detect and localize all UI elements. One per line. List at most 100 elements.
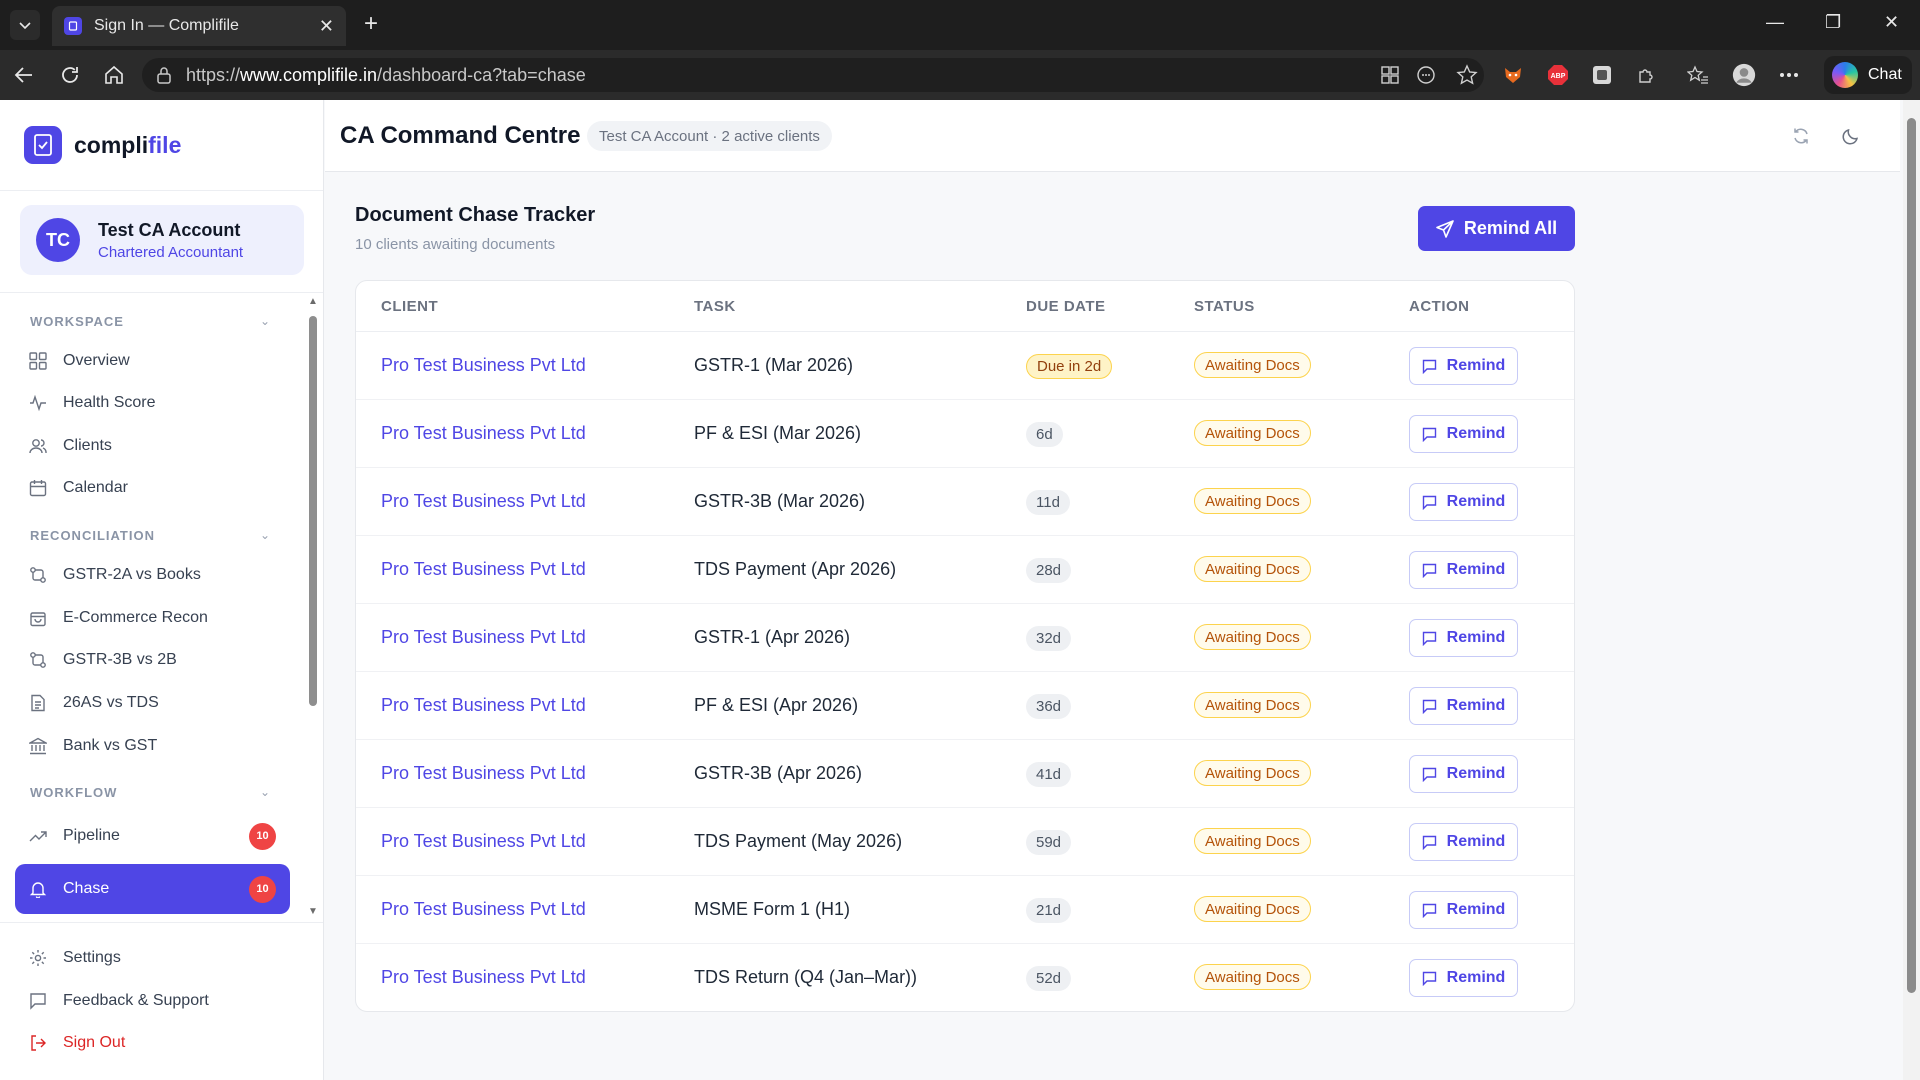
page-scrollbar[interactable] — [1907, 118, 1916, 993]
section-workspace[interactable]: WORKSPACE — [30, 314, 124, 329]
client-link[interactable]: Pro Test Business Pvt Ltd — [381, 695, 586, 716]
sidebar-item-label: Pipeline — [63, 827, 120, 844]
page-header: CA Command Centre Test CA Account · 2 ac… — [325, 100, 1900, 172]
remind-button[interactable]: Remind — [1409, 959, 1518, 997]
client-link[interactable]: Pro Test Business Pvt Ltd — [381, 355, 586, 376]
tab-actions-menu[interactable] — [10, 10, 40, 40]
back-icon[interactable] — [12, 63, 36, 87]
client-link[interactable]: Pro Test Business Pvt Ltd — [381, 559, 586, 580]
sidebar-item-overview[interactable]: Overview — [15, 341, 290, 381]
column-header-client[interactable]: CLIENT — [381, 298, 438, 315]
app-view-icon[interactable] — [1378, 63, 1402, 87]
reading-mode-icon[interactable] — [1414, 63, 1438, 87]
extensions-puzzle-icon[interactable] — [1635, 63, 1659, 87]
remind-button[interactable]: Remind — [1409, 347, 1518, 385]
adblock-plus-icon[interactable]: ABP — [1546, 63, 1570, 87]
browser-tab[interactable]: Sign In — Complifile ✕ — [52, 6, 346, 46]
column-header-task[interactable]: TASK — [694, 298, 736, 315]
copilot-chat-button[interactable]: Chat — [1824, 56, 1912, 94]
sidebar-item-clients[interactable]: Clients — [15, 426, 290, 466]
remind-button[interactable]: Remind — [1409, 891, 1518, 929]
client-link[interactable]: Pro Test Business Pvt Ltd — [381, 491, 586, 512]
remind-label: Remind — [1446, 833, 1506, 850]
client-link[interactable]: Pro Test Business Pvt Ltd — [381, 967, 586, 988]
extension-app-icon[interactable] — [1590, 63, 1614, 87]
sidebar-item-gstr-2a-vs-books[interactable]: GSTR-2A vs Books — [15, 555, 290, 595]
remind-button[interactable]: Remind — [1409, 755, 1518, 793]
remind-all-button[interactable]: Remind All — [1418, 206, 1575, 251]
sidebar-item-calendar[interactable]: Calendar — [15, 468, 290, 508]
sidebar-item-e-commerce-recon[interactable]: E-Commerce Recon — [15, 598, 290, 638]
address-bar[interactable]: https://www.complifile.in/dashboard-ca?t… — [142, 58, 1484, 92]
column-header-status[interactable]: STATUS — [1194, 298, 1255, 315]
section-reconciliation[interactable]: RECONCILIATION — [30, 528, 155, 543]
chevron-down-icon[interactable]: ⌄ — [260, 785, 270, 799]
task-name: MSME Form 1 (H1) — [694, 899, 851, 919]
chevron-down-icon[interactable]: ⌄ — [260, 314, 270, 328]
column-header-action: ACTION — [1409, 298, 1470, 315]
new-tab-icon[interactable]: + — [364, 12, 378, 36]
window-close-icon[interactable]: ✕ — [1884, 12, 1899, 33]
scroll-up-icon[interactable]: ▲ — [308, 296, 318, 307]
sidebar-item-26as-vs-tds[interactable]: 26AS vs TDS — [15, 683, 290, 723]
message-square-icon — [1422, 835, 1436, 850]
due-date-badge: 59d — [1026, 830, 1072, 855]
scroll-down-icon[interactable]: ▼ — [308, 906, 318, 917]
brand-logo[interactable]: complifile — [24, 126, 181, 164]
task-name: TDS Return (Q4 (Jan–Mar)) — [694, 967, 918, 987]
client-link[interactable]: Pro Test Business Pvt Ltd — [381, 763, 586, 784]
chevron-down-icon[interactable]: ⌄ — [260, 528, 270, 542]
client-link[interactable]: Pro Test Business Pvt Ltd — [381, 423, 586, 444]
sidebar-item-bank-vs-gst[interactable]: Bank vs GST — [15, 726, 290, 766]
sidebar-item-sign-out[interactable]: Sign Out — [15, 1023, 290, 1063]
remind-button[interactable]: Remind — [1409, 483, 1518, 521]
tab-title: Sign In — Complifile — [94, 17, 239, 34]
table-header: CLIENT TASK DUE DATE STATUS ACTION — [356, 281, 1574, 332]
table-row: Pro Test Business Pvt Ltd GSTR-3B (Mar 20… — [356, 468, 1574, 536]
remind-button[interactable]: Remind — [1409, 687, 1518, 725]
sidebar-item-label: GSTR-3B vs 2B — [63, 651, 177, 668]
url-text: https://www.complifile.in/dashboard-ca?t… — [186, 64, 586, 85]
close-tab-icon[interactable]: ✕ — [319, 16, 334, 37]
sidebar-item-pipeline[interactable]: Pipeline 10 — [15, 816, 290, 856]
section-workflow[interactable]: WORKFLOW — [30, 785, 117, 800]
sidebar-item-feedback-support[interactable]: Feedback & Support — [15, 981, 290, 1021]
favorites-list-icon[interactable] — [1686, 63, 1710, 87]
sidebar-item-health-score[interactable]: Health Score — [15, 383, 290, 423]
remind-button[interactable]: Remind — [1409, 551, 1518, 589]
fox-extension-icon[interactable] — [1501, 63, 1525, 87]
home-icon[interactable] — [102, 63, 126, 87]
sidebar-item-gstr-3b-vs-2b[interactable]: GSTR-3B vs 2B — [15, 640, 290, 680]
page-title: CA Command Centre — [340, 122, 581, 149]
reload-icon[interactable] — [58, 63, 82, 87]
favorite-star-icon[interactable] — [1455, 63, 1479, 87]
task-name: GSTR-1 (Apr 2026) — [694, 627, 851, 647]
chase-count-badge: 10 — [249, 875, 276, 903]
client-link[interactable]: Pro Test Business Pvt Ltd — [381, 831, 586, 852]
lock-icon[interactable] — [156, 66, 172, 84]
sidebar-scrollbar[interactable] — [309, 316, 317, 706]
more-options-icon[interactable] — [1777, 63, 1801, 87]
dark-mode-moon-icon[interactable] — [1839, 124, 1863, 148]
sidebar-item-chase[interactable]: Chase 10 — [15, 864, 290, 914]
due-date-badge: 28d — [1026, 558, 1072, 583]
client-link[interactable]: Pro Test Business Pvt Ltd — [381, 899, 586, 920]
restore-icon[interactable]: ❐ — [1825, 12, 1841, 33]
sidebar-item-settings[interactable]: Settings — [15, 938, 290, 978]
column-header-due-date[interactable]: DUE DATE — [1026, 298, 1106, 315]
tracker-subtitle: 10 clients awaiting documents — [355, 236, 556, 253]
remind-button[interactable]: Remind — [1409, 823, 1518, 861]
status-badge: Awaiting Docs — [1194, 896, 1311, 922]
profile-card[interactable]: TC Test CA Account Chartered Accountant — [20, 205, 304, 275]
client-link[interactable]: Pro Test Business Pvt Ltd — [381, 627, 586, 648]
bell-icon — [29, 882, 47, 898]
remind-button[interactable]: Remind — [1409, 619, 1518, 657]
minimize-icon[interactable]: — — [1766, 12, 1784, 33]
task-name: TDS Payment (May 2026) — [694, 831, 903, 851]
remind-button[interactable]: Remind — [1409, 415, 1518, 453]
browser-tab-bar: Sign In — Complifile ✕ + — ❐ ✕ — [0, 0, 1920, 50]
sidebar-item-label: Overview — [63, 352, 130, 369]
refresh-icon[interactable] — [1789, 124, 1813, 148]
status-badge: Awaiting Docs — [1194, 420, 1311, 446]
profile-avatar-icon[interactable] — [1732, 63, 1756, 87]
